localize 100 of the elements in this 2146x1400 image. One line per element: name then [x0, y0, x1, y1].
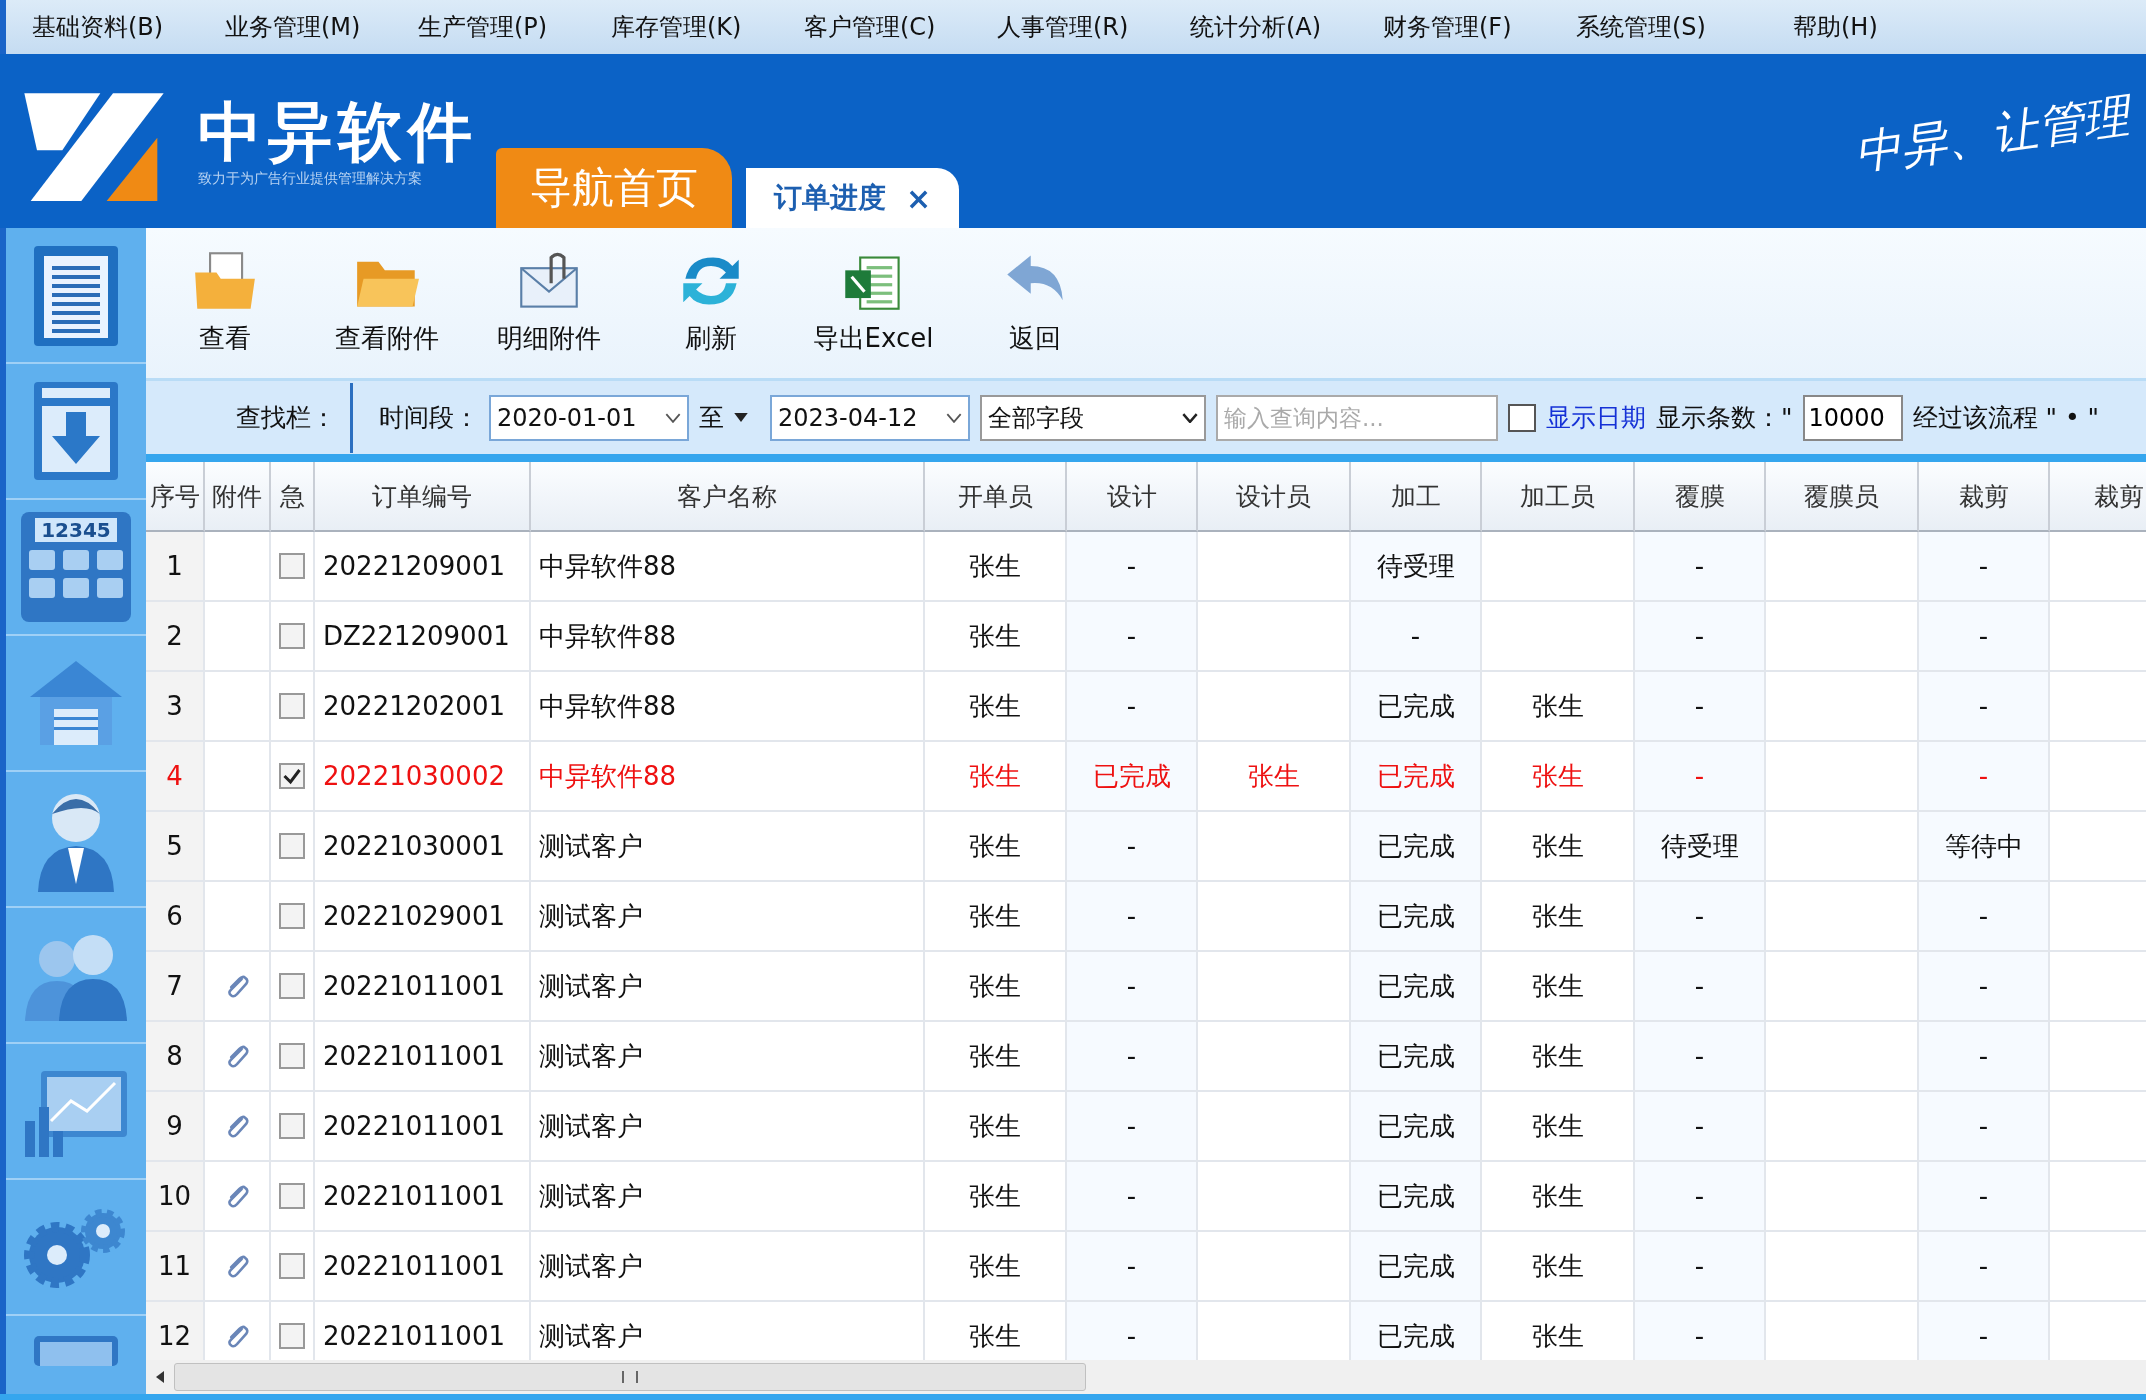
to-label: 至: [699, 402, 724, 434]
toolbar-button[interactable]: 查看附件: [312, 238, 462, 368]
table-cell: 20221011001: [315, 1022, 531, 1092]
table-cell: -: [1919, 1232, 2050, 1302]
table-cell: -: [1067, 672, 1198, 742]
table-cell: -: [1919, 1092, 2050, 1162]
table-cell: -: [1635, 1302, 1766, 1360]
date-dropdown[interactable]: 2023-04-12: [770, 394, 970, 441]
period-label: 时间段：: [379, 402, 479, 434]
table-cell: 3: [146, 672, 205, 742]
table-cell: 20221011001: [315, 1232, 531, 1302]
table-cell: -: [1919, 532, 2050, 602]
table-cell: 12: [146, 1302, 205, 1360]
table-cell: -: [1067, 1022, 1198, 1092]
table-cell: 已完成: [1351, 882, 1482, 952]
column-header[interactable]: 开单员: [925, 462, 1067, 532]
column-header[interactable]: 裁剪: [2050, 462, 2146, 532]
field-dropdown[interactable]: 全部字段: [980, 394, 1206, 441]
toolbar-button[interactable]: 返回: [960, 238, 1110, 368]
table-cell: 6: [146, 882, 205, 952]
menu-item[interactable]: 帮助(H): [1793, 11, 1986, 43]
show-date-label[interactable]: 显示日期: [1546, 401, 1646, 434]
table-cell: 20221011001: [315, 1162, 531, 1232]
toolbar-button[interactable]: 查看: [150, 238, 300, 368]
tab[interactable]: 订单进度 ×: [746, 168, 960, 228]
toolbar-button[interactable]: 刷新: [636, 238, 786, 368]
column-header[interactable]: 客户名称: [531, 462, 925, 532]
menu-item[interactable]: 财务管理(F): [1383, 11, 1576, 43]
table-cell: -: [1067, 1302, 1198, 1360]
table-cell: -: [1635, 1232, 1766, 1302]
table-cell: 中异软件88: [531, 602, 925, 672]
menu-item[interactable]: 统计分析(A): [1190, 11, 1383, 43]
count-field[interactable]: 10000: [1802, 394, 1903, 441]
menu-item[interactable]: 业务管理(M): [225, 11, 418, 43]
table-cell: 中异软件88: [531, 742, 925, 812]
table-cell: 20221209001: [315, 532, 531, 602]
table-cell: -: [1919, 602, 2050, 672]
table-cell: -: [1919, 1302, 2050, 1360]
slogan: 中异、让管理: [1851, 87, 2133, 182]
table-cell: 测试客户: [531, 1022, 925, 1092]
table-cell: 2: [146, 602, 205, 672]
table-cell: 7: [146, 952, 205, 1022]
table-cell: 已完成: [1351, 742, 1482, 812]
tagline: 致力于为广告行业提供管理解决方案: [198, 170, 423, 188]
search-bar-label: 查找栏：: [235, 402, 336, 434]
brand-name: 中异软件: [198, 100, 478, 164]
table-cell: 9: [146, 1092, 205, 1162]
table-cell: 已完成: [1351, 672, 1482, 742]
table-cell: -: [1067, 532, 1198, 602]
toolbar-button[interactable]: 导出Excel: [798, 238, 948, 368]
table-cell: 5: [146, 812, 205, 882]
table-cell: 已完成: [1351, 1022, 1482, 1092]
table-cell: 已完成: [1351, 1232, 1482, 1302]
table-cell: -: [1635, 742, 1766, 812]
date-dropdown[interactable]: 2020-01-01: [489, 394, 689, 441]
table-cell: 20221202001: [315, 672, 531, 742]
column-header[interactable]: 设计员: [1198, 462, 1351, 532]
table-cell: -: [1635, 602, 1766, 672]
table-cell: -: [1067, 1092, 1198, 1162]
table-cell: -: [1067, 602, 1198, 672]
flow-label: 经过该流程 " • ": [1912, 402, 2100, 434]
table-cell: 待受理: [1351, 532, 1482, 602]
column-header[interactable]: 急: [271, 462, 315, 532]
table-cell: 已完成: [1351, 812, 1482, 882]
table-cell: 已完成: [1351, 1162, 1482, 1232]
menu-item[interactable]: 基础资料(B): [32, 11, 225, 43]
table-cell: DZ221209001: [315, 602, 531, 672]
column-header[interactable]: 订单编号: [315, 462, 531, 532]
menu-item[interactable]: 生产管理(P): [418, 11, 611, 43]
table-cell: -: [1635, 672, 1766, 742]
table-cell: 测试客户: [531, 1092, 925, 1162]
close-icon[interactable]: ×: [906, 180, 932, 216]
table-cell: -: [1635, 882, 1766, 952]
toolbar-button[interactable]: 明细附件: [474, 238, 624, 368]
table-cell: 1: [146, 532, 205, 602]
table-cell: 中异软件88: [531, 532, 925, 602]
table-cell: 中异软件88: [531, 672, 925, 742]
table-cell: 11: [146, 1232, 205, 1302]
column-header[interactable]: 附件: [205, 462, 271, 532]
column-header[interactable]: 覆膜员: [1766, 462, 1919, 532]
table-cell: 测试客户: [531, 882, 925, 952]
search-field[interactable]: 输入查询内容...: [1216, 394, 1498, 441]
table-cell: 测试客户: [531, 952, 925, 1022]
calculator-icon[interactable]: 12345: [21, 512, 131, 622]
menu-item[interactable]: 库存管理(K): [611, 11, 804, 43]
table-cell: 4: [146, 742, 205, 812]
table-cell: -: [1067, 882, 1198, 952]
menu-item[interactable]: 客户管理(C): [804, 11, 997, 43]
table-cell: 20221011001: [315, 952, 531, 1022]
table-cell: 测试客户: [531, 1232, 925, 1302]
table-cell: 20221030002: [315, 742, 531, 812]
table-cell: -: [1067, 1232, 1198, 1302]
table-cell: -: [1919, 882, 2050, 952]
column-header[interactable]: 加工员: [1482, 462, 1635, 532]
table-cell: -: [1919, 952, 2050, 1022]
table-cell: 测试客户: [531, 1162, 925, 1232]
menu-item[interactable]: 人事管理(R): [997, 11, 1190, 43]
table-cell: -: [1067, 812, 1198, 882]
table-cell: 待受理: [1635, 812, 1766, 882]
menu-item[interactable]: 系统管理(S): [1576, 11, 1769, 43]
